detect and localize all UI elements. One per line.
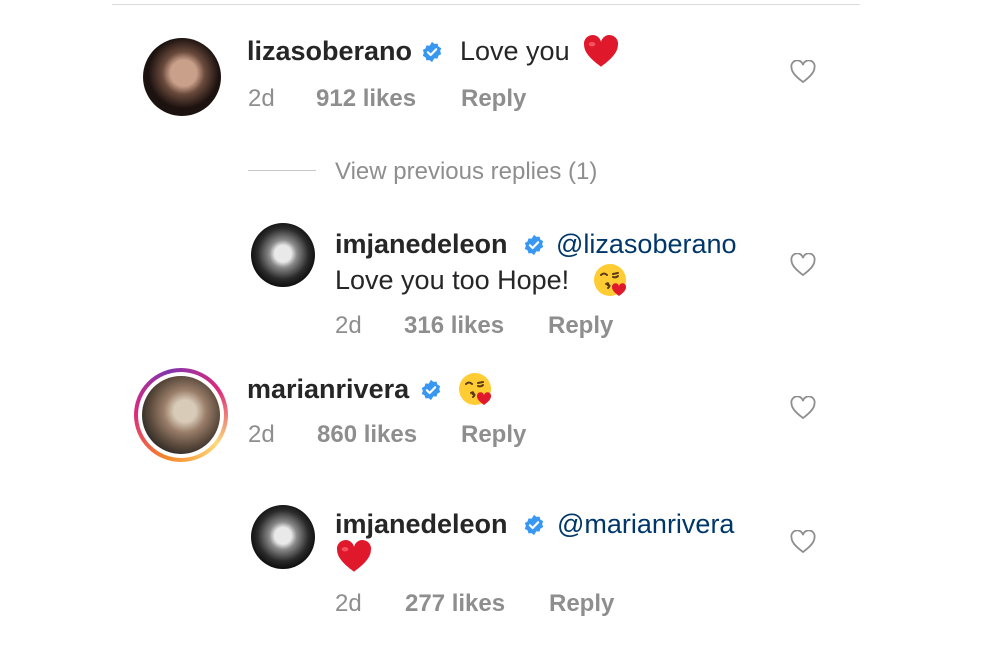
face-blowing-kiss-emoji <box>459 373 492 405</box>
verified-badge-icon <box>422 41 442 63</box>
comment-text: Love you too Hope! <box>335 265 570 295</box>
mention-link[interactable]: @marianrivera <box>557 509 734 540</box>
avatar-lizasoberano[interactable] <box>143 38 221 116</box>
username-imjanedeleon[interactable]: imjanedeleon <box>335 229 508 260</box>
comment-text: Love you <box>460 36 570 66</box>
comment-time: 2d <box>335 590 362 617</box>
username-marianrivera[interactable]: marianrivera <box>247 374 409 405</box>
reply-button[interactable]: Reply <box>549 590 614 618</box>
story-ring[interactable] <box>134 368 228 462</box>
like-heart-icon[interactable] <box>790 530 816 554</box>
likes-count[interactable]: 860 likes <box>317 421 417 449</box>
like-heart-icon[interactable] <box>790 253 816 277</box>
verified-badge-icon <box>421 379 441 401</box>
red-heart-emoji <box>336 540 372 572</box>
face-blowing-kiss-emoji <box>594 264 627 296</box>
red-heart-emoji <box>583 35 619 67</box>
comment-time: 2d <box>248 85 275 112</box>
comment-time: 2d <box>248 421 275 448</box>
comment-time: 2d <box>335 312 362 339</box>
reply-button[interactable]: Reply <box>548 312 613 340</box>
likes-count[interactable]: 316 likes <box>404 312 504 340</box>
avatar-imjanedeleon[interactable] <box>251 223 315 287</box>
like-heart-icon[interactable] <box>790 396 816 420</box>
like-heart-icon[interactable] <box>790 60 816 84</box>
replies-divider <box>248 170 316 171</box>
view-previous-replies-link[interactable]: View previous replies (1) <box>335 158 597 186</box>
username-lizasoberano[interactable]: lizasoberano <box>247 36 412 67</box>
reply-button[interactable]: Reply <box>461 85 526 113</box>
verified-badge-icon <box>524 514 544 536</box>
verified-badge-icon <box>524 234 544 256</box>
username-imjanedeleon[interactable]: imjanedeleon <box>335 509 508 540</box>
top-divider <box>112 4 860 5</box>
reply-button[interactable]: Reply <box>461 421 526 449</box>
likes-count[interactable]: 277 likes <box>405 590 505 618</box>
avatar-marianrivera[interactable] <box>142 376 220 454</box>
mention-link[interactable]: @lizasoberano <box>556 229 737 260</box>
likes-count[interactable]: 912 likes <box>316 85 416 113</box>
avatar-imjanedeleon[interactable] <box>251 505 315 569</box>
